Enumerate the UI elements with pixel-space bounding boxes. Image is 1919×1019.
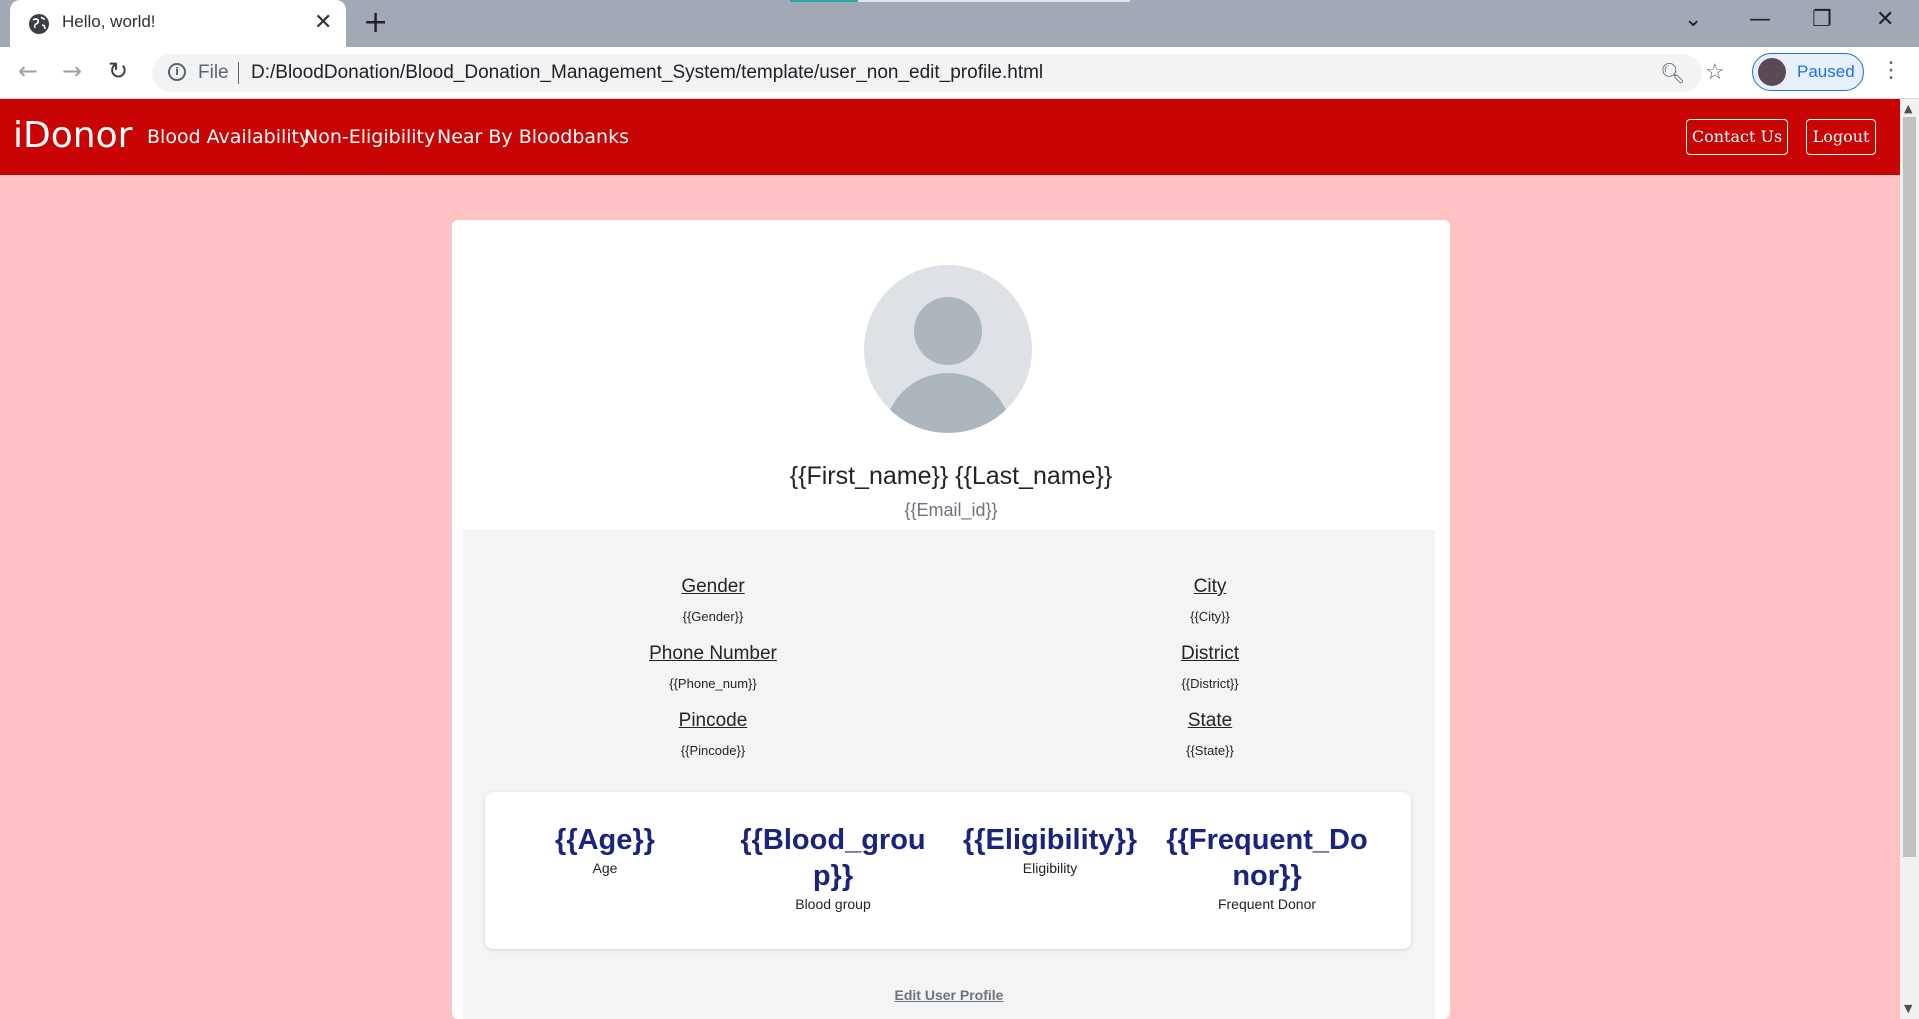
globe-icon — [29, 14, 49, 34]
forward-arrow-icon[interactable]: → — [62, 57, 82, 85]
city-label: City — [1193, 576, 1227, 597]
scroll-down-icon[interactable]: ▼ — [1904, 1002, 1912, 1015]
nav-link-blood-availability[interactable]: Blood Availability — [147, 126, 310, 148]
tab-title: Hello, world! — [62, 12, 156, 31]
state-label: State — [1187, 710, 1233, 731]
loading-indicator — [790, 0, 1130, 2]
browser-menu-icon[interactable]: ⋮ — [1880, 57, 1902, 85]
edit-profile-link[interactable]: Edit User Profile — [463, 987, 1435, 1003]
stat-value: {{Blood_group}} — [740, 824, 926, 892]
city-value: {{City}} — [1190, 609, 1230, 624]
state-value: {{State}} — [1186, 743, 1234, 758]
user-full-name: {{First_name}} {{Last_name}} — [789, 462, 1113, 490]
site-navbar: iDonor Blood Availability Non-Eligibilit… — [0, 99, 1900, 175]
contact-us-button[interactable]: Contact Us — [1686, 119, 1788, 155]
nav-link-non-eligibility[interactable]: Non-Eligibility — [304, 126, 435, 148]
scroll-up-icon[interactable]: ▲ — [1904, 102, 1912, 115]
stat-value: {{Eligibility}} — [962, 824, 1138, 856]
address-url[interactable]: D:/BloodDonation/Blood_Donation_Manageme… — [251, 62, 1043, 84]
address-divider — [238, 62, 239, 84]
district-label: District — [1180, 643, 1240, 664]
browser-toolbar: ← → ↻ i File D:/BloodDonation/Blood_Dona… — [0, 47, 1919, 99]
nav-link-nearby-bloodbanks[interactable]: Near By Bloodbanks — [437, 126, 629, 148]
address-scheme-label: File — [198, 62, 229, 83]
stat-eligibility: {{Eligibility}} Eligibility — [940, 822, 1160, 876]
profile-avatar — [1758, 58, 1786, 86]
profile-button[interactable]: Paused — [1752, 53, 1864, 91]
user-avatar-icon — [864, 265, 1032, 433]
stat-value: {{Age}} — [555, 824, 655, 856]
browser-tabstrip: Hello, world! ✕ + ⌄ — ❐ ✕ — [0, 0, 1919, 47]
tab-search-chevron-icon[interactable]: ⌄ — [1684, 8, 1702, 32]
stat-label: Frequent Donor — [1217, 896, 1317, 912]
stat-label: Blood group — [795, 896, 871, 912]
phone-value: {{Phone_num}} — [669, 676, 757, 691]
stat-frequent-donor: {{Frequent_Donor}} Frequent Donor — [1157, 822, 1377, 912]
page-scrollbar[interactable]: ▲ ▼ — [1900, 99, 1919, 1019]
district-value: {{District}} — [1181, 676, 1239, 691]
close-tab-icon[interactable]: ✕ — [314, 12, 332, 34]
restore-icon[interactable]: ❐ — [1812, 8, 1832, 32]
window-close-icon[interactable]: ✕ — [1876, 8, 1894, 32]
info-icon[interactable]: i — [168, 63, 186, 81]
profile-card: {{First_name}} {{Last_name}} {{Email_id}… — [452, 220, 1450, 1019]
profile-details-panel: Gender {{Gender}} Phone Number {{Phone_n… — [463, 530, 1435, 1019]
address-bar[interactable]: i File D:/BloodDonation/Blood_Donation_M… — [152, 54, 1725, 92]
stat-age: {{Age}} Age — [495, 822, 715, 876]
pincode-value: {{Pincode}} — [680, 743, 746, 758]
new-tab-button[interactable]: + — [363, 8, 388, 38]
back-arrow-icon[interactable]: ← — [18, 57, 38, 85]
logout-button[interactable]: Logout — [1806, 119, 1876, 155]
profile-status: Paused — [1797, 62, 1855, 81]
user-email: {{Email_id}} — [904, 500, 998, 520]
scroll-thumb[interactable] — [1903, 117, 1916, 857]
minimize-icon[interactable]: — — [1749, 8, 1771, 32]
bookmark-star-icon[interactable]: ☆ — [1705, 60, 1725, 85]
pincode-label: Pincode — [678, 710, 748, 731]
zoom-icon[interactable]: 🔍︎ — [1660, 61, 1685, 85]
gender-label: Gender — [681, 576, 745, 597]
stat-value: {{Frequent_Donor}} — [1166, 824, 1368, 892]
phone-label: Phone Number — [649, 643, 777, 664]
stat-blood-group: {{Blood_group}} Blood group — [723, 822, 943, 912]
reload-icon[interactable]: ↻ — [108, 57, 128, 85]
stats-card: {{Age}} Age {{Blood_group}} Blood group … — [485, 792, 1411, 949]
stat-label: Eligibility — [1022, 860, 1078, 876]
gender-value: {{Gender}} — [682, 609, 744, 624]
browser-tab[interactable]: Hello, world! ✕ — [10, 0, 346, 47]
stat-label: Age — [592, 860, 618, 876]
brand-logo[interactable]: iDonor — [13, 115, 132, 156]
